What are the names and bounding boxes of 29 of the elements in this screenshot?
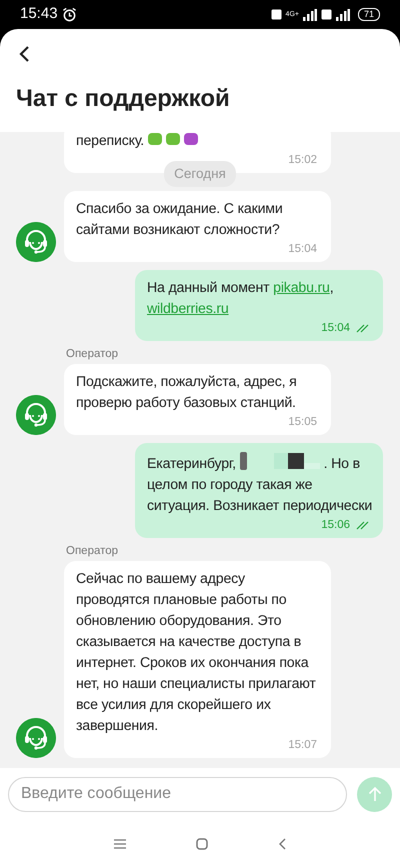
message-text: Сейчас по вашему адресу проводятся плановые работы по обновлению оборудования. Это сказывается на качестве доступа в интернет. Сроков их окончания пока нет, но наши специалисты прилагают все усилия для скорейшего их завершения.	[76, 570, 317, 736]
message-time: 15:02	[288, 152, 317, 168]
battery-indicator: 71	[358, 8, 380, 21]
message-text: Подскажите, пожалуйста, адрес, я проверю работу базовых станций.	[76, 373, 298, 413]
sender-name: Оператор	[66, 348, 118, 360]
clock-time: 15:43	[20, 4, 58, 24]
message-text: переписку.	[76, 132, 321, 152]
link[interactable]: pikabu.ru	[273, 280, 330, 296]
arrow-up-icon	[368, 786, 382, 802]
message-text: На данный момент pikabu.ru, wildberries.ru	[147, 279, 334, 319]
sender-name: Оператор	[66, 545, 118, 557]
message-time: 15:04	[288, 242, 317, 257]
back-icon[interactable]	[18, 45, 30, 63]
alarm-icon	[62, 7, 77, 22]
message-text: Спасибо за ожидание. С какими сайтами возникают сложности?	[76, 200, 284, 240]
message-time: 15:05	[288, 415, 317, 430]
home-icon[interactable]	[196, 838, 208, 850]
message-time: 15:07	[288, 738, 317, 753]
message-field[interactable]: Введите сообщение	[8, 776, 347, 812]
signal-icon	[302, 8, 317, 20]
screen-title: Чат с поддержкой	[16, 85, 231, 114]
signal-icon	[336, 8, 350, 20]
message-time: 15:06	[321, 518, 350, 533]
link[interactable]: wildberries.ru	[147, 301, 229, 317]
message-time: 15:04	[321, 321, 350, 336]
date-chip: Сегодня	[164, 160, 236, 187]
message-text: Екатеринбург, . Но в целом по городу такая же ситуация. Возникает периодически	[147, 451, 373, 517]
menu-icon[interactable]	[114, 838, 126, 848]
emoji-drawing	[148, 132, 198, 147]
